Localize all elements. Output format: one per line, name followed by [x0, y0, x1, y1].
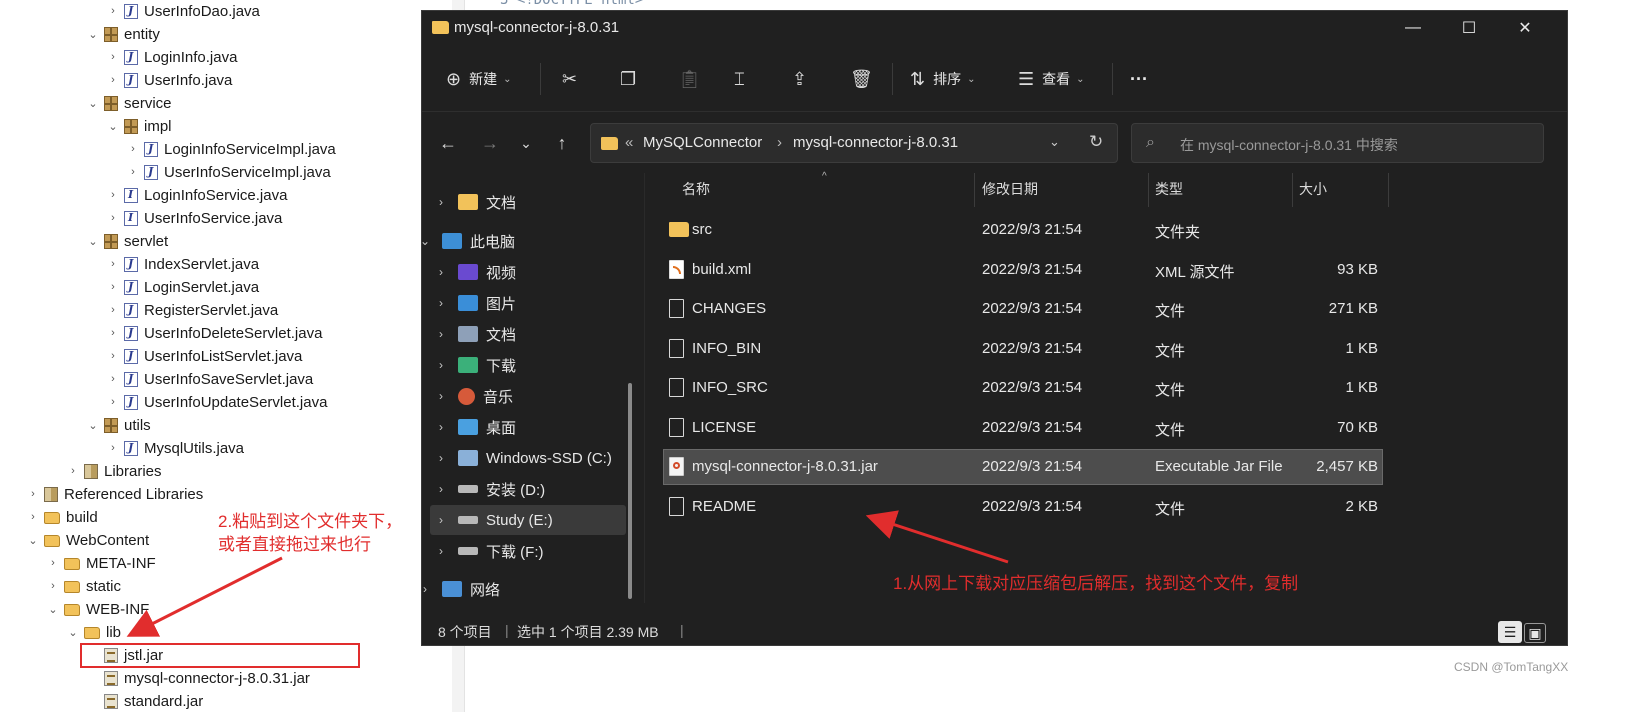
annotation-arrows	[126, 510, 1009, 637]
watermark: CSDN @TomTangXX	[1454, 660, 1569, 674]
annotation-step2-line1: 2.粘贴到这个文件夹下，	[218, 512, 403, 531]
annotation-step1: 1.从网上下载对应压缩包后解压，找到这个文件，复制	[893, 574, 1299, 593]
annotation-step2-line2: 或者直接拖过来也行	[218, 535, 371, 554]
arrow-to-lib-folder	[126, 556, 283, 637]
arrow-to-jar-file	[865, 510, 1009, 564]
